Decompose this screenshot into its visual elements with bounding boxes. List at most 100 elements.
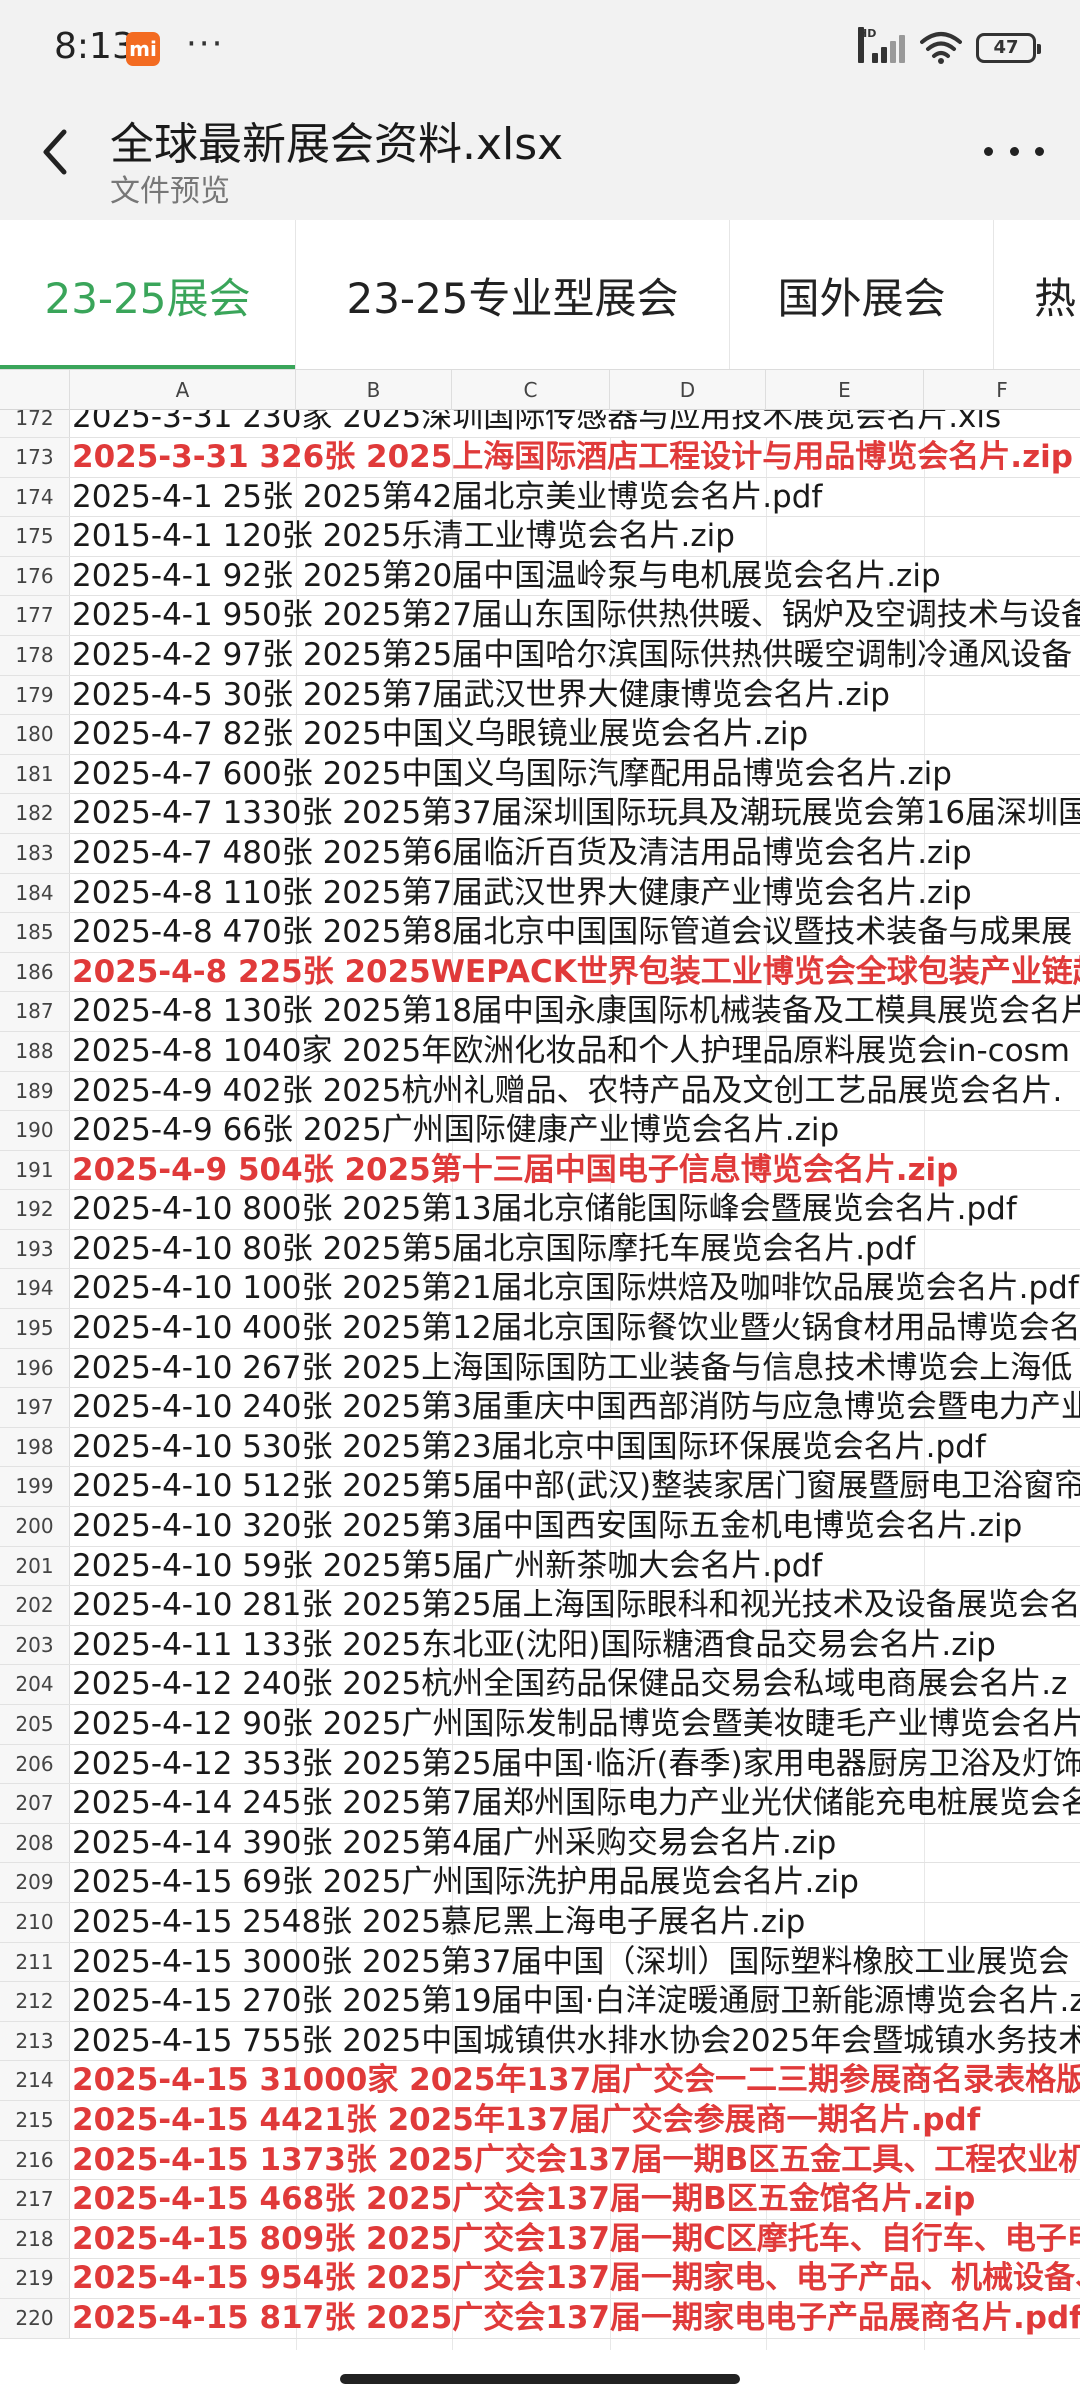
- cell-a[interactable]: 2025-4-1 92张 2025第20届中国温岭泵与电机展览会名片.zip: [70, 557, 941, 596]
- table-row[interactable]: 199 2025-4-10 512张 2025第5届中部(武汉)整装家居门窗展暨厨…: [0, 1467, 1080, 1508]
- table-row[interactable]: 194 2025-4-10 100张 2025第21届北京国际烘焙及咖啡饮品展览会…: [0, 1269, 1080, 1310]
- tab-23-25-professional[interactable]: 23-25专业型展会: [296, 220, 730, 369]
- table-row[interactable]: 205 2025-4-12 90张 2025广州国际发制品博览会暨美妆睫毛产业博览…: [0, 1705, 1080, 1745]
- cell-a[interactable]: 2025-4-10 59张 2025第5届广州新茶咖大会名片.pdf: [70, 1547, 822, 1586]
- table-row[interactable]: 176 2025-4-1 92张 2025第20届中国温岭泵与电机展览会名片.zi…: [0, 556, 1080, 597]
- table-row[interactable]: 220 2025-4-15 817张 2025广交会137届一期家电电子产品展商名…: [0, 2298, 1080, 2339]
- tab-23-25-exhibitions[interactable]: 23-25展会: [0, 220, 296, 369]
- table-row[interactable]: 218 2025-4-15 809张 2025广交会137届一期C区摩托车、自行车…: [0, 2219, 1080, 2260]
- table-row[interactable]: 203 2025-4-11 133张 2025东北亚(沈阳)国际糖酒食品交易会名片…: [0, 1625, 1080, 1666]
- table-row[interactable]: 183 2025-4-7 480张 2025第6届临沂百货及清洁用品博览会名片.z…: [0, 833, 1080, 874]
- table-row[interactable]: 179 2025-4-5 30张 2025第7届武汉世界大健康博览会名片.zip: [0, 675, 1080, 716]
- table-row[interactable]: 193 2025-4-10 80张 2025第5届北京国际摩托车展览会名片.pdf: [0, 1229, 1080, 1270]
- cell-a[interactable]: 2025-4-1 25张 2025第42届北京美业博览会名片.pdf: [70, 478, 822, 517]
- table-row[interactable]: 204 2025-4-12 240张 2025杭州全国药品保健品交易会私域电商展会…: [0, 1665, 1080, 1705]
- table-row[interactable]: 206 2025-4-12 353张 2025第25届中国·临沂(春季)家用电器厨…: [0, 1744, 1080, 1785]
- column-header-a[interactable]: A: [70, 370, 296, 410]
- table-row[interactable]: 207 2025-4-14 245张 2025第7届郑州国际电力产业光伏储能充电桩…: [0, 1784, 1080, 1824]
- cell-a[interactable]: 2025-4-9 66张 2025广州国际健康产业博览会名片.zip: [70, 1111, 839, 1150]
- table-row[interactable]: 181 2025-4-7 600张 2025中国义乌国际汽摩配用品博览会名片.zi…: [0, 754, 1080, 795]
- table-row[interactable]: 209 2025-4-15 69张 2025广州国际洗护用品展览会名片.zip: [0, 1863, 1080, 1903]
- cell-a[interactable]: 2025-4-10 800张 2025第13届北京储能国际峰会暨展览会名片.pd…: [70, 1190, 1017, 1229]
- column-header-f[interactable]: F: [924, 370, 1080, 410]
- table-row[interactable]: 217 2025-4-15 468张 2025广交会137届一期B区五金馆名片.z…: [0, 2180, 1080, 2220]
- table-row[interactable]: 192 2025-4-10 800张 2025第13届北京储能国际峰会暨展览会名片…: [0, 1190, 1080, 1230]
- cell-a[interactable]: 2025-4-15 755张 2025中国城镇供水排水协会2025年会暨城镇水务…: [70, 2022, 1080, 2061]
- table-row[interactable]: 174 2025-4-1 25张 2025第42届北京美业博览会名片.pdf: [0, 477, 1080, 518]
- table-row[interactable]: 213 2025-4-15 755张 2025中国城镇供水排水协会2025年会暨城…: [0, 2021, 1080, 2062]
- table-row[interactable]: 208 2025-4-14 390张 2025第4届广州采购交易会名片.zip: [0, 1823, 1080, 1864]
- cell-a[interactable]: 2025-4-15 817张 2025广交会137届一期家电电子产品展商名片.p…: [70, 2299, 1080, 2338]
- table-row[interactable]: 196 2025-4-10 267张 2025上海国际国防工业装备与信息技术博览会…: [0, 1348, 1080, 1389]
- cell-a[interactable]: 2025-4-1 950张 2025第27届山东国际供热供暖、锅炉及空调技术与设…: [70, 596, 1080, 635]
- tab-hot[interactable]: 热: [994, 220, 1080, 369]
- table-row[interactable]: 185 2025-4-8 470张 2025第8届北京中国国际管道会议暨技术装备与…: [0, 913, 1080, 953]
- table-row[interactable]: 216 2025-4-15 1373张 2025广交会137届一期B区五金工具、工…: [0, 2140, 1080, 2181]
- table-row[interactable]: 172 2025-3-31 230家 2025深圳国际传感器与应用技术展览会名片…: [0, 410, 1080, 438]
- cell-a[interactable]: 2025-4-15 3000张 2025第37届中国（深圳）国际塑料橡胶工业展览…: [70, 1943, 1069, 1982]
- cell-a[interactable]: 2025-3-31 230家 2025深圳国际传感器与应用技术展览会名片.xls: [70, 410, 1001, 437]
- column-header-e[interactable]: E: [766, 370, 924, 410]
- cell-a[interactable]: 2025-4-15 270张 2025第19届中国·白洋淀暖通厨卫新能源博览会名…: [70, 1982, 1080, 2021]
- table-row[interactable]: 188 2025-4-8 1040家 2025年欧洲化妆品和个人护理品原料展览会i…: [0, 1031, 1080, 1072]
- cell-a[interactable]: 2025-4-5 30张 2025第7届武汉世界大健康博览会名片.zip: [70, 676, 890, 715]
- column-header-c[interactable]: C: [452, 370, 610, 410]
- cell-a[interactable]: 2025-4-9 402张 2025杭州礼赠品、农特产品及文创工艺品展览会名片.: [70, 1072, 1062, 1111]
- cell-a[interactable]: 2025-4-10 240张 2025第3届重庆中国西部消防与应急博览会暨电力产…: [70, 1388, 1080, 1427]
- table-row[interactable]: 189 2025-4-9 402张 2025杭州礼赠品、农特产品及文创工艺品展览会…: [0, 1071, 1080, 1112]
- cell-a[interactable]: 2025-4-15 1373张 2025广交会137届一期B区五金工具、工程农业…: [70, 2141, 1080, 2180]
- cell-a[interactable]: 2025-4-8 470张 2025第8届北京中国国际管道会议暨技术装备与成果展: [70, 913, 1072, 952]
- cell-a[interactable]: 2025-4-11 133张 2025东北亚(沈阳)国际糖酒食品交易会名片.zi…: [70, 1626, 996, 1665]
- table-row[interactable]: 182 2025-4-7 1330张 2025第37届深圳国际玩具及潮玩展览会第1…: [0, 794, 1080, 834]
- cell-a[interactable]: 2025-4-15 809张 2025广交会137届一期C区摩托车、自行车、电子…: [70, 2220, 1080, 2259]
- cell-a[interactable]: 2025-4-2 97张 2025第25届中国哈尔滨国际供热供暖空调制冷通风设备: [70, 636, 1072, 675]
- cell-a[interactable]: 2025-4-10 530张 2025第23届北京中国国际环保展览会名片.pdf: [70, 1428, 986, 1467]
- cell-a[interactable]: 2025-4-12 240张 2025杭州全国药品保健品交易会私域电商展会名片.…: [70, 1665, 1067, 1704]
- cell-a[interactable]: 2025-4-15 468张 2025广交会137届一期B区五金馆名片.zip: [70, 2180, 975, 2219]
- cell-a[interactable]: 2025-4-7 600张 2025中国义乌国际汽摩配用品博览会名片.zip: [70, 755, 952, 794]
- table-row[interactable]: 211 2025-4-15 3000张 2025第37届中国（深圳）国际塑料橡胶工…: [0, 1942, 1080, 1983]
- cell-a[interactable]: 2025-4-10 281张 2025第25届上海国际眼科和视光技术及设备展览会…: [70, 1586, 1080, 1625]
- cell-a[interactable]: 2025-4-14 390张 2025第4届广州采购交易会名片.zip: [70, 1824, 836, 1863]
- column-header-d[interactable]: D: [610, 370, 766, 410]
- table-row[interactable]: 190 2025-4-9 66张 2025广州国际健康产业博览会名片.zip: [0, 1111, 1080, 1151]
- table-row[interactable]: 200 2025-4-10 320张 2025第3届中国西安国际五金机电博览会名片…: [0, 1507, 1080, 1547]
- cell-a[interactable]: 2025-4-8 130张 2025第18届中国永康国际机械装备及工模具展览会名…: [70, 992, 1080, 1031]
- cell-a[interactable]: 2025-4-15 69张 2025广州国际洗护用品展览会名片.zip: [70, 1863, 859, 1902]
- cell-a[interactable]: 2025-4-10 267张 2025上海国际国防工业装备与信息技术博览会上海低: [70, 1349, 1072, 1388]
- table-row[interactable]: 186 2025-4-8 225张 2025WEPACK世界包装工业博览会全球包装…: [0, 952, 1080, 993]
- table-row[interactable]: 187 2025-4-8 130张 2025第18届中国永康国际机械装备及工模具展…: [0, 992, 1080, 1032]
- column-header-b[interactable]: B: [296, 370, 452, 410]
- table-row[interactable]: 198 2025-4-10 530张 2025第23届北京中国国际环保展览会名片.…: [0, 1427, 1080, 1468]
- table-row[interactable]: 214 2025-4-15 31000家 2025年137届广交会一二三期参展商名…: [0, 2061, 1080, 2101]
- cell-a[interactable]: 2025-4-10 512张 2025第5届中部(武汉)整装家居门窗展暨厨电卫浴…: [70, 1467, 1080, 1506]
- cell-a[interactable]: 2025-4-15 954张 2025广交会137届一期家电、电子产品、机械设备…: [70, 2259, 1080, 2298]
- cell-a[interactable]: 2025-4-10 100张 2025第21届北京国际烘焙及咖啡饮品展览会名片.…: [70, 1269, 1079, 1308]
- cell-a[interactable]: 2025-4-9 504张 2025第十三届中国电子信息博览会名片.zip: [70, 1151, 958, 1190]
- corner-cell[interactable]: [0, 370, 70, 410]
- cell-a[interactable]: 2025-4-8 110张 2025第7届武汉世界大健康产业博览会名片.zip: [70, 874, 972, 913]
- table-row[interactable]: 215 2025-4-15 4421张 2025年137届广交会参展商一期名片.p…: [0, 2100, 1080, 2141]
- gesture-bar[interactable]: [340, 2374, 740, 2384]
- cell-a[interactable]: 2025-4-15 2548张 2025慕尼黑上海电子展名片.zip: [70, 1903, 805, 1942]
- table-row[interactable]: 219 2025-4-15 954张 2025广交会137届一期家电、电子产品、机…: [0, 2259, 1080, 2299]
- table-row[interactable]: 210 2025-4-15 2548张 2025慕尼黑上海电子展名片.zip: [0, 1902, 1080, 1943]
- cell-a[interactable]: 2025-4-12 90张 2025广州国际发制品博览会暨美妆睫毛产业博览会名片: [70, 1705, 1080, 1744]
- table-row[interactable]: 175 2015-4-1 120张 2025乐清工业博览会名片.zip: [0, 517, 1080, 557]
- table-row[interactable]: 197 2025-4-10 240张 2025第3届重庆中国西部消防与应急博览会暨…: [0, 1388, 1080, 1428]
- cell-a[interactable]: 2025-4-15 31000家 2025年137届广交会一二三期参展商名录表格…: [70, 2061, 1080, 2100]
- table-row[interactable]: 184 2025-4-8 110张 2025第7届武汉世界大健康产业博览会名片.z…: [0, 873, 1080, 914]
- cell-a[interactable]: 2025-4-12 353张 2025第25届中国·临沂(春季)家用电器厨房卫浴…: [70, 1745, 1080, 1784]
- table-row[interactable]: 178 2025-4-2 97张 2025第25届中国哈尔滨国际供热供暖空调制冷通…: [0, 635, 1080, 676]
- cell-a[interactable]: 2025-4-14 245张 2025第7届郑州国际电力产业光伏储能充电桩展览会…: [70, 1784, 1080, 1823]
- back-arrow-icon[interactable]: [30, 122, 80, 182]
- cell-a[interactable]: 2025-4-8 225张 2025WEPACK世界包装工业博览会全球包装产业链…: [70, 953, 1080, 992]
- table-row[interactable]: 195 2025-4-10 400张 2025第12届北京国际餐饮业暨火锅食材用品…: [0, 1309, 1080, 1349]
- table-row[interactable]: 212 2025-4-15 270张 2025第19届中国·白洋淀暖通厨卫新能源博…: [0, 1982, 1080, 2022]
- cell-a[interactable]: 2025-4-7 480张 2025第6届临沂百货及清洁用品博览会名片.zip: [70, 834, 972, 873]
- cell-a[interactable]: 2025-4-7 1330张 2025第37届深圳国际玩具及潮玩展览会第16届深…: [70, 794, 1080, 833]
- cell-a[interactable]: 2025-4-10 400张 2025第12届北京国际餐饮业暨火锅食材用品博览会…: [70, 1309, 1080, 1348]
- spreadsheet-grid[interactable]: 173 2025-3-31 326张 2025上海国际酒店工程设计与用品博览会名片…: [0, 410, 1080, 2350]
- cell-a[interactable]: 2025-4-10 320张 2025第3届中国西安国际五金机电博览会名片.zi…: [70, 1507, 1022, 1546]
- cell-a[interactable]: 2025-4-15 4421张 2025年137届广交会参展商一期名片.pdf: [70, 2101, 980, 2140]
